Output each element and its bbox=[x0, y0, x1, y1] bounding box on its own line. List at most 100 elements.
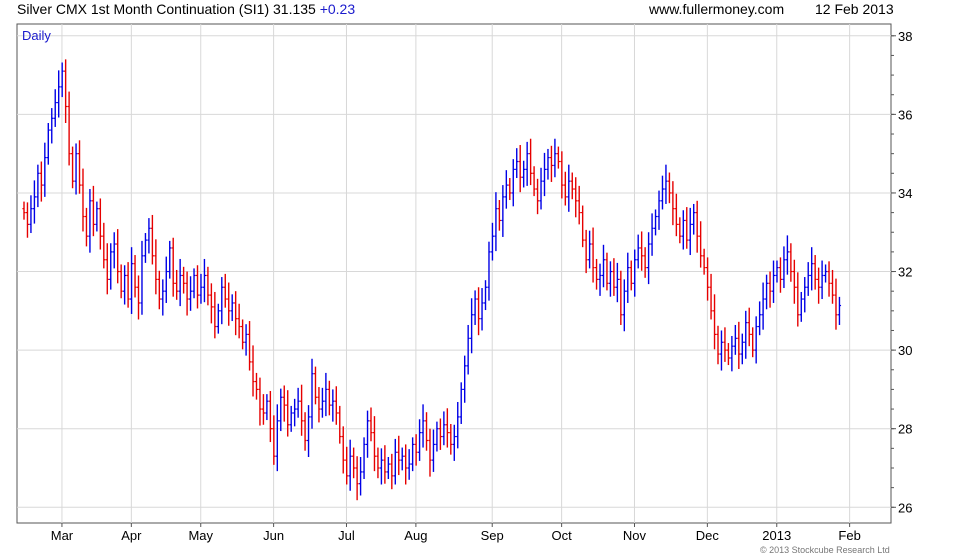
ohlc-bar bbox=[36, 164, 40, 208]
ohlc-bar bbox=[532, 166, 536, 197]
ohlc-bar bbox=[705, 257, 710, 301]
ohlc-bar bbox=[310, 358, 314, 429]
ohlc-bar bbox=[525, 141, 529, 186]
price-chart: 26 28 30 32 34 36 38 Mar Apr May Jun Jul Aug Sep Oct N… bbox=[16, 23, 912, 543]
ohlc-bar bbox=[320, 387, 325, 418]
ohlc-bar bbox=[633, 249, 637, 297]
ohlc-bar bbox=[126, 262, 130, 308]
ohlc-bar bbox=[331, 389, 335, 422]
ohlc-bar bbox=[574, 177, 578, 218]
ohlc-bar bbox=[393, 438, 397, 485]
ohlc-bar bbox=[227, 282, 231, 326]
ohlc-bar bbox=[324, 372, 328, 417]
ohlc-bar bbox=[348, 439, 352, 491]
ohlc-bar bbox=[619, 270, 623, 325]
y-axis: 26 28 30 32 34 36 38 bbox=[891, 29, 912, 515]
ohlc-bar bbox=[116, 229, 120, 284]
ohlc-bar bbox=[213, 291, 217, 339]
ohlc-bar bbox=[483, 280, 488, 311]
ohlc-bar bbox=[608, 261, 613, 297]
ohlc-bar bbox=[383, 445, 387, 484]
ohlc-bar bbox=[338, 405, 342, 444]
ohlc-bar bbox=[25, 202, 30, 238]
ohlc-bar bbox=[182, 266, 186, 294]
ohlc-bar bbox=[747, 307, 751, 347]
ohlc-bar bbox=[70, 146, 75, 189]
ohlc-bar bbox=[598, 263, 602, 296]
ohlc-bar bbox=[272, 415, 276, 465]
ohlc-bar bbox=[421, 404, 425, 448]
ohlc-bar bbox=[837, 296, 842, 325]
ohlc-bar bbox=[817, 267, 821, 304]
ohlc-bar bbox=[400, 447, 404, 471]
ohlc-bar bbox=[358, 456, 363, 496]
ohlc-bar bbox=[251, 345, 255, 397]
ohlc-bar bbox=[154, 239, 158, 295]
ohlc-bar bbox=[209, 283, 213, 324]
ohlc-bar bbox=[834, 278, 838, 330]
ohlc-bar bbox=[653, 209, 658, 236]
ohlc-bar bbox=[282, 385, 286, 422]
ohlc-bar bbox=[827, 261, 831, 297]
ohlc-bar bbox=[570, 172, 574, 200]
ohlc-bar bbox=[529, 138, 533, 186]
x-axis: Mar Apr May Jun Jul Aug Sep Oct Nov Dec 2013 Feb bbox=[51, 523, 861, 543]
ohlc-bar bbox=[761, 282, 765, 330]
ohlc-bar bbox=[355, 456, 359, 501]
ohlc-bar bbox=[379, 448, 384, 485]
ohlc-bar bbox=[428, 428, 432, 477]
ohlc-bar bbox=[470, 298, 474, 354]
ohlc-bar bbox=[556, 146, 560, 169]
ohlc-bar bbox=[744, 310, 748, 359]
ohlc-bar bbox=[313, 366, 318, 405]
ohlc-bar bbox=[799, 291, 803, 322]
ohlc-bar bbox=[588, 230, 592, 269]
x-tick-label: Aug bbox=[404, 528, 427, 543]
ohlc-bar bbox=[327, 380, 331, 416]
ohlc-bar bbox=[188, 276, 193, 311]
ohlc-bar bbox=[407, 449, 411, 480]
ohlc-bar bbox=[671, 181, 675, 226]
ohlc-bar bbox=[230, 294, 234, 322]
y-tick-label: 32 bbox=[898, 265, 912, 280]
ohlc-bar bbox=[751, 327, 755, 358]
ohlc-bar bbox=[764, 274, 769, 310]
ohlc-bar bbox=[511, 159, 515, 207]
x-tick-label: Feb bbox=[838, 528, 860, 543]
y-tick-label: 38 bbox=[898, 29, 912, 44]
ohlc-bar bbox=[546, 148, 550, 180]
ohlc-bar bbox=[678, 217, 682, 244]
ohlc-bar bbox=[723, 327, 727, 362]
ohlc-bar bbox=[275, 404, 279, 472]
x-tick-label: Oct bbox=[552, 528, 573, 543]
ohlc-bar bbox=[67, 91, 71, 166]
ohlc-bar bbox=[567, 164, 571, 212]
ohlc-bar bbox=[192, 268, 196, 299]
ohlc-bar bbox=[98, 198, 102, 250]
ohlc-bar bbox=[452, 424, 456, 461]
y-tick-label: 36 bbox=[898, 107, 912, 122]
ohlc-bar bbox=[77, 140, 82, 194]
ohlc-bar bbox=[150, 214, 154, 265]
ohlc-bar bbox=[758, 301, 762, 336]
ohlc-bar bbox=[84, 207, 89, 247]
ohlc-bar bbox=[615, 262, 619, 303]
ohlc-bar bbox=[664, 164, 668, 204]
ohlc-bar bbox=[161, 279, 165, 316]
ohlc-bar bbox=[778, 257, 783, 293]
ohlc-bar bbox=[43, 142, 47, 197]
ohlc-bar bbox=[504, 170, 508, 209]
x-tick-label: Jul bbox=[338, 528, 355, 543]
x-tick-label: Mar bbox=[51, 528, 74, 543]
ohlc-bar bbox=[456, 401, 460, 449]
ohlc-bar bbox=[535, 178, 540, 215]
ohlc-bar bbox=[300, 384, 304, 436]
ohlc-bar bbox=[296, 387, 300, 418]
ohlc-bar bbox=[463, 355, 467, 403]
ohlc-bar bbox=[712, 294, 717, 350]
ohlc-bar bbox=[133, 255, 137, 298]
ohlc-bar bbox=[438, 418, 442, 450]
ohlc-bar bbox=[591, 227, 595, 283]
ohlc-bar bbox=[796, 272, 800, 327]
ohlc-bar bbox=[563, 171, 567, 206]
